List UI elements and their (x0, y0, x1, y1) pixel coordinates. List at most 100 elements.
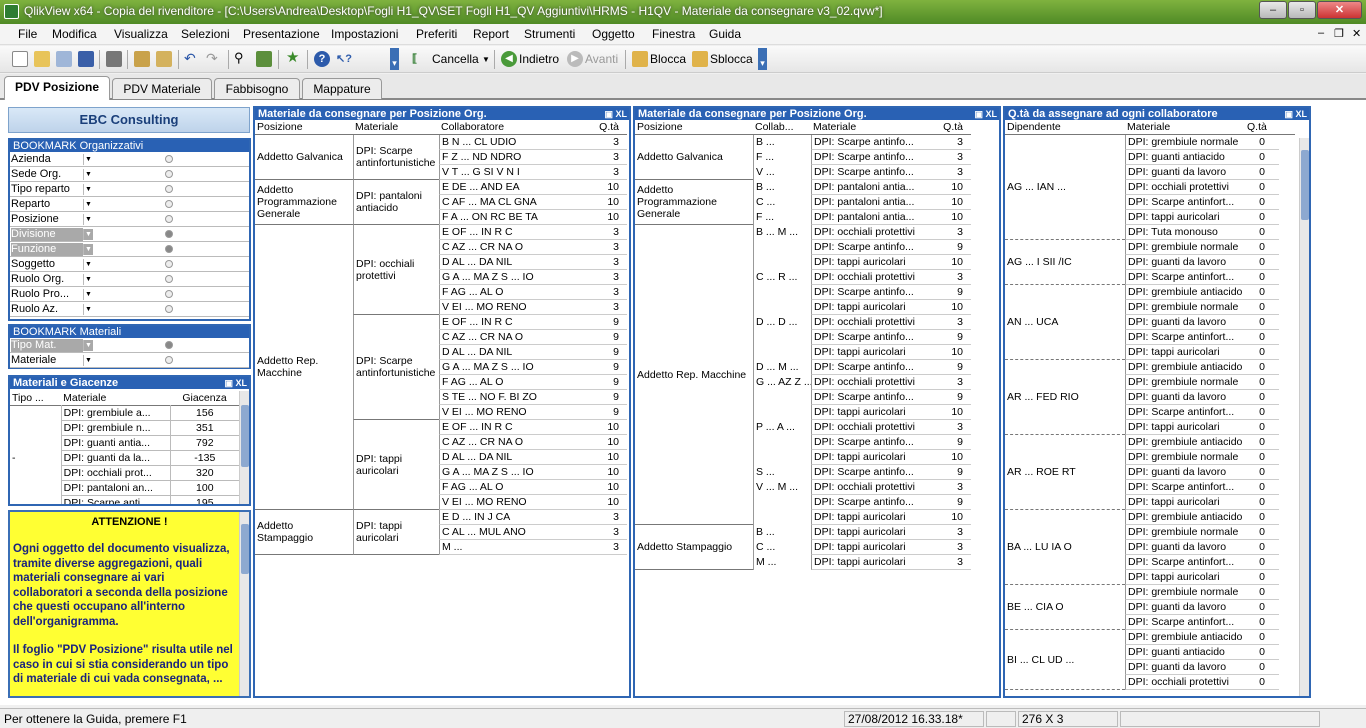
table-cell[interactable]: D AL ... DA NIL (439, 345, 593, 360)
export-xl-icon[interactable]: ▣ XL (224, 377, 247, 389)
table-cell[interactable]: DPI: occhiali protettivi (811, 315, 933, 330)
table-cell[interactable]: 0 (1245, 180, 1279, 195)
new-document-icon[interactable] (12, 51, 28, 67)
listbox-row[interactable]: Tipo Mat. ▼ (10, 338, 249, 353)
table-cell[interactable]: E D ... IN J CA (439, 510, 593, 525)
dropdown-arrow-icon[interactable]: ▼ (83, 214, 93, 225)
dropdown-arrow-icon[interactable]: ▼ (83, 229, 93, 240)
table-cell[interactable]: 3 (593, 270, 627, 285)
table-cell[interactable]: 0 (1245, 375, 1279, 390)
col-header[interactable]: Tipo ... (10, 391, 61, 405)
table-cell[interactable]: P ... A ... (753, 420, 811, 435)
employee-cell[interactable]: AG ... IAN ... (1005, 135, 1125, 240)
table-cell[interactable]: 3 (933, 540, 971, 555)
menu-guida[interactable]: Guida (709, 27, 741, 41)
table-cell[interactable]: DPI: pantaloni antia... (811, 210, 933, 225)
table-cell[interactable]: DPI: grembiule normale (1125, 135, 1245, 150)
table-cell[interactable]: 0 (1245, 510, 1279, 525)
table-cell[interactable]: 0 (1245, 360, 1279, 375)
menu-presentazione[interactable]: Presentazione (243, 27, 320, 41)
table-cell[interactable] (753, 285, 811, 300)
col-header[interactable]: Q.tà (933, 120, 971, 134)
table-cell[interactable]: F AG ... AL O (439, 375, 593, 390)
table-row[interactable]: DPI: grembiule a... 156 (10, 405, 239, 421)
search-icon[interactable]: ⚲ (234, 51, 250, 67)
table-cell[interactable]: B ... (753, 135, 811, 150)
material-cell[interactable]: DPI: pantaloni antiacido (353, 180, 439, 225)
table-cell[interactable]: 10 (593, 210, 627, 225)
menu-finestra[interactable]: Finestra (652, 27, 695, 41)
table-cell[interactable]: E OF ... IN R C (439, 315, 593, 330)
table-cell[interactable]: F ... (753, 210, 811, 225)
dropdown-arrow-icon[interactable]: ▼ (83, 340, 93, 351)
table-cell[interactable]: DPI: Scarpe antinfo... (811, 135, 933, 150)
table-cell[interactable]: G A ... MA Z S ... IO (439, 465, 593, 480)
table-cell[interactable]: DPI: grembiule antiacido (1125, 360, 1245, 375)
table-cell[interactable]: 0 (1245, 240, 1279, 255)
table-cell[interactable]: 10 (593, 195, 627, 210)
position-cell[interactable]: Addetto Rep. Macchine (255, 225, 353, 510)
listbox-label[interactable]: Posizione (11, 213, 83, 226)
table-cell[interactable]: 0 (1245, 270, 1279, 285)
col-header[interactable]: Posizione (255, 120, 353, 134)
status-circle-icon[interactable] (165, 305, 173, 313)
position-cell[interactable]: Addetto Galvanica (255, 135, 353, 180)
menu-strumenti[interactable]: Strumenti (524, 27, 575, 41)
table-cell[interactable]: 195 (170, 495, 239, 504)
unlock-button[interactable]: Sblocca (710, 52, 753, 66)
table-cell[interactable]: DPI: grembiule normale (1125, 585, 1245, 600)
listbox-label[interactable]: Azienda (11, 153, 83, 166)
listbox-row[interactable]: Azienda ▼ (10, 152, 249, 167)
table-row[interactable]: DPI: Scarpe anti... 195 (10, 495, 239, 504)
close-button[interactable]: ✕ (1317, 1, 1362, 19)
table-cell[interactable]: 9 (593, 360, 627, 375)
listbox-row[interactable]: Ruolo Pro... ▼ (10, 287, 249, 302)
back-button[interactable]: Indietro (519, 52, 559, 66)
table-cell[interactable]: DPI: Scarpe antinfo... (811, 285, 933, 300)
table-cell[interactable]: E OF ... IN R C (439, 420, 593, 435)
clear-selections-icon[interactable]: ⟦ (412, 51, 428, 67)
table-cell[interactable]: 0 (1245, 285, 1279, 300)
table-cell[interactable]: V EI ... MO RENO (439, 300, 593, 315)
table-cell[interactable]: 9 (593, 330, 627, 345)
listbox-row[interactable]: Divisione ▼ (10, 227, 249, 242)
table-cell[interactable]: 3 (593, 540, 627, 555)
table-cell[interactable]: 0 (1245, 630, 1279, 645)
mdi-minimize-icon[interactable]: – (1318, 27, 1324, 39)
table-cell[interactable]: DPI: guanti da la... (61, 450, 171, 466)
table-cell[interactable]: - (10, 450, 62, 465)
table-cell[interactable]: 3 (593, 285, 627, 300)
table-cell[interactable]: DPI: grembiule antiacido (1125, 510, 1245, 525)
table-cell[interactable]: DPI: grembiule normale (1125, 240, 1245, 255)
table-cell[interactable]: 10 (933, 345, 971, 360)
table-row[interactable]: DPI: guanti antia... 792 (10, 435, 239, 451)
mdi-restore-icon[interactable]: ❐ (1334, 27, 1344, 40)
table-cell[interactable]: DPI: Scarpe antinfort... (1125, 195, 1245, 210)
table-row[interactable]: DPI: pantaloni an... 100 (10, 480, 239, 496)
listbox-row[interactable]: Ruolo Az. ▼ (10, 302, 249, 317)
table-cell[interactable]: -135 (170, 450, 239, 466)
help-icon[interactable]: ? (314, 51, 330, 67)
undo-icon[interactable]: ↶ (184, 51, 200, 67)
table-cell[interactable]: 3 (933, 420, 971, 435)
table-cell[interactable] (10, 405, 62, 420)
table-cell[interactable]: DPI: tappi auricolari (811, 300, 933, 315)
unlock-icon[interactable] (692, 51, 708, 67)
lock-button[interactable]: Blocca (650, 52, 686, 66)
table-cell[interactable]: 0 (1245, 435, 1279, 450)
table-cell[interactable]: B ... (753, 525, 811, 540)
back-arrow-icon[interactable]: ◀ (501, 51, 517, 67)
dropdown-arrow-icon[interactable]: ▼ (83, 199, 93, 210)
scroll-thumb[interactable] (241, 524, 249, 574)
table-cell[interactable]: 3 (593, 240, 627, 255)
status-circle-icon[interactable] (165, 341, 173, 349)
table-cell[interactable]: D ... D ... (753, 315, 811, 330)
table-cell[interactable] (10, 465, 62, 480)
table-cell[interactable]: DPI: grembiule normale (1125, 525, 1245, 540)
table-cell[interactable] (753, 390, 811, 405)
table-cell[interactable]: DPI: guanti da lavoro (1125, 660, 1245, 675)
table-cell[interactable]: 0 (1245, 495, 1279, 510)
table-cell[interactable]: 3 (933, 315, 971, 330)
col-header[interactable]: Collab... (753, 120, 811, 134)
table-cell[interactable]: DPI: guanti antiacido (1125, 645, 1245, 660)
